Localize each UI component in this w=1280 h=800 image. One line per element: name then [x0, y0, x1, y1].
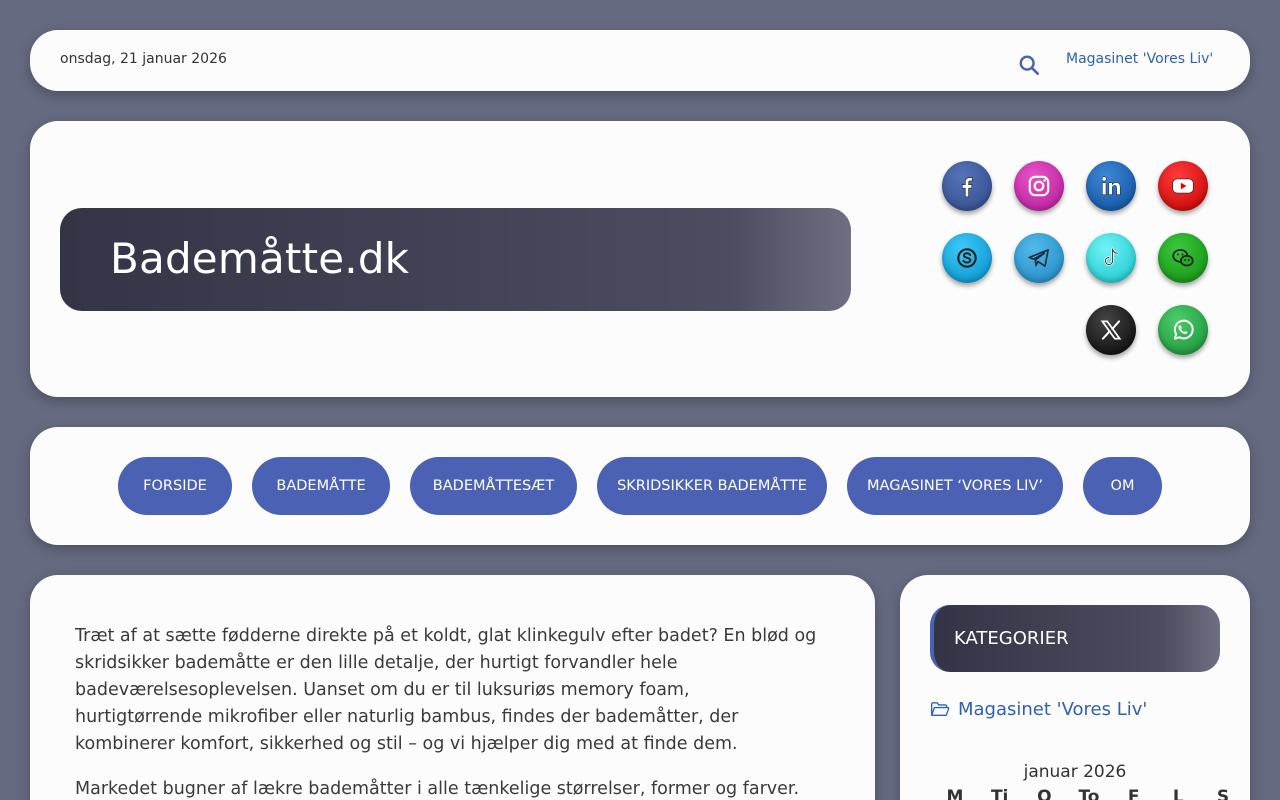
- linkedin-icon[interactable]: [1086, 161, 1136, 211]
- weekday-header: M: [946, 787, 964, 800]
- tiktok-icon[interactable]: [1086, 233, 1136, 283]
- site-title-box: Bademåtte.dk: [60, 208, 851, 311]
- calendar-weekdays: M Ti O To F L S: [940, 787, 1238, 800]
- weekday-header: O: [1037, 787, 1052, 800]
- nav-item-skridsikker-bademaatte[interactable]: SKRIDSIKKER BADEMÅTTE: [597, 457, 827, 515]
- intro-paragraph: Træt af at sætte fødderne direkte på et …: [75, 626, 817, 754]
- current-date: onsdag, 21 januar 2026: [60, 51, 227, 67]
- wechat-icon[interactable]: [1158, 233, 1208, 283]
- category-link-magasinet[interactable]: Magasinet 'Vores Liv': [930, 699, 1147, 720]
- instagram-icon[interactable]: [1014, 161, 1064, 211]
- site-title[interactable]: Bademåtte.dk: [110, 234, 409, 283]
- skype-icon[interactable]: [942, 233, 992, 283]
- nav-item-magasinet[interactable]: MAGASINET ‘VORES LIV’: [847, 457, 1063, 515]
- site-header: Bademåtte.dk: [30, 121, 1250, 397]
- sidebar: KATEGORIER Magasinet 'Vores Liv' januar …: [900, 575, 1250, 800]
- magazine-link[interactable]: Magasinet 'Vores Liv': [1066, 51, 1213, 67]
- nav-item-om[interactable]: OM: [1083, 457, 1162, 515]
- weekday-header: F: [1127, 787, 1140, 800]
- calendar-caption: januar 2026: [1023, 762, 1127, 782]
- top-bar: onsdag, 21 januar 2026 Magasinet 'Vores …: [30, 30, 1250, 91]
- weekday-header: L: [1172, 787, 1184, 800]
- categories-widget-title: KATEGORIER: [930, 605, 1220, 672]
- youtube-icon[interactable]: [1158, 161, 1208, 211]
- category-label: Magasinet 'Vores Liv': [958, 699, 1148, 720]
- nav-item-bademaatte[interactable]: BADEMÅTTE: [252, 457, 390, 515]
- x-twitter-icon[interactable]: [1086, 305, 1136, 355]
- search-icon[interactable]: [1018, 54, 1040, 76]
- main-navigation: FORSIDE BADEMÅTTE BADEMÅTTESÆT SKRIDSIKK…: [30, 427, 1250, 545]
- main-content: Træt af at sætte fødderne direkte på et …: [30, 575, 875, 800]
- whatsapp-icon[interactable]: [1158, 305, 1208, 355]
- second-paragraph: Markedet bugner af lækre bademåtter i al…: [75, 779, 800, 799]
- nav-item-forside[interactable]: FORSIDE: [118, 457, 232, 515]
- nav-item-bademaattesaet[interactable]: BADEMÅTTESÆT: [410, 457, 577, 515]
- weekday-header: To: [1078, 787, 1100, 800]
- weekday-header: S: [1216, 787, 1230, 800]
- facebook-icon[interactable]: [942, 161, 992, 211]
- folder-open-icon: [931, 702, 950, 716]
- weekday-header: Ti: [990, 787, 1009, 800]
- widget-title-label: KATEGORIER: [954, 628, 1069, 649]
- telegram-icon[interactable]: [1014, 233, 1064, 283]
